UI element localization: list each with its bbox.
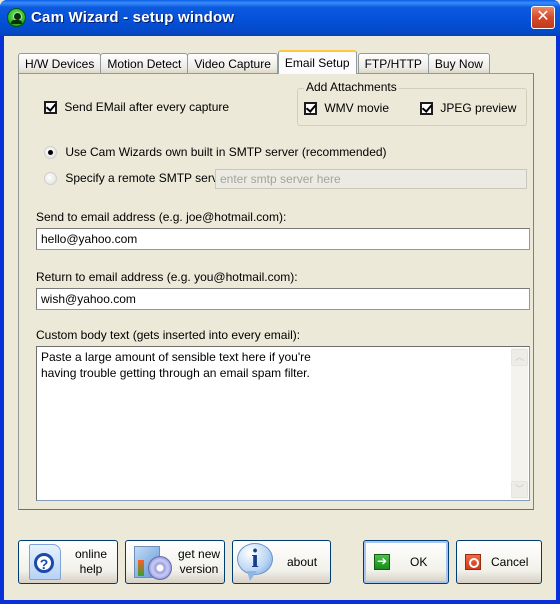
- jpeg-checkbox[interactable]: [420, 102, 433, 116]
- body-text-content: Paste a large amount of sensible text he…: [41, 350, 311, 380]
- smtp-server-input[interactable]: enter smtp server here: [215, 169, 527, 189]
- tab-buy-now[interactable]: Buy Now: [427, 53, 490, 74]
- scroll-down-button[interactable]: ﹀: [511, 481, 528, 498]
- tab-motion-detect[interactable]: Motion Detect: [100, 53, 189, 74]
- send-after-capture-label: Send EMail after every capture: [64, 100, 230, 114]
- jpeg-option[interactable]: JPEG preview: [420, 101, 517, 116]
- get-new-version-label: get new version: [178, 547, 221, 576]
- jpeg-label: JPEG preview: [440, 101, 517, 115]
- info-bubble-tail: [247, 571, 257, 581]
- dialog-client-area: H/W Devices Motion Detect Video Capture …: [4, 36, 556, 600]
- about-label: about: [287, 554, 318, 569]
- wmv-label: WMV movie: [324, 101, 390, 115]
- smtp-builtin-option[interactable]: Use Cam Wizards own built in SMTP server…: [44, 145, 387, 160]
- attachments-group: Add Attachments WMV movie JPEG preview: [297, 80, 527, 126]
- tab-video-capture[interactable]: Video Capture: [187, 53, 278, 74]
- send-to-label: Send to email address (e.g. joe@hotmail.…: [36, 210, 287, 224]
- ok-label: OK: [410, 554, 428, 569]
- software-update-cd-icon: [132, 542, 172, 582]
- body-text-area[interactable]: Paste a large amount of sensible text he…: [36, 346, 530, 501]
- cancel-button[interactable]: Cancel: [456, 540, 542, 584]
- red-stop-icon: [465, 554, 481, 570]
- wmv-checkbox[interactable]: [304, 102, 317, 116]
- tab-hw-devices[interactable]: H/W Devices: [18, 53, 102, 74]
- return-to-email-input[interactable]: wish@yahoo.com: [36, 288, 530, 310]
- smtp-remote-option[interactable]: Specify a remote SMTP server:: [44, 171, 232, 186]
- close-button[interactable]: ✕: [531, 6, 555, 29]
- body-text-scrollbar[interactable]: ︿ ﹀: [511, 348, 528, 499]
- send-after-capture-checkbox[interactable]: [44, 101, 57, 115]
- scroll-up-button[interactable]: ︿: [511, 349, 528, 366]
- window-title: Cam Wizard - setup window: [31, 9, 235, 26]
- send-after-capture-option[interactable]: Send EMail after every capture: [44, 100, 230, 115]
- help-document-icon: [29, 544, 61, 580]
- get-new-version-button[interactable]: get new version: [125, 540, 225, 584]
- return-to-label: Return to email address (e.g. you@hotmai…: [36, 270, 298, 284]
- wmv-option[interactable]: WMV movie: [304, 101, 390, 116]
- email-setup-panel: Send EMail after every capture Add Attac…: [18, 73, 534, 510]
- tab-strip: H/W Devices Motion Detect Video Capture …: [18, 50, 490, 74]
- send-to-email-input[interactable]: hello@yahoo.com: [36, 228, 530, 250]
- body-text-label: Custom body text (gets inserted into eve…: [36, 328, 301, 342]
- smtp-builtin-label: Use Cam Wizards own built in SMTP server…: [65, 145, 387, 159]
- attachments-group-title: Add Attachments: [304, 80, 399, 94]
- smtp-builtin-radio[interactable]: [44, 146, 57, 160]
- setup-window: Cam Wizard - setup window ✕ H/W Devices …: [0, 0, 560, 604]
- smtp-remote-label: Specify a remote SMTP server:: [65, 171, 232, 185]
- title-bar[interactable]: Cam Wizard - setup window ✕: [0, 0, 560, 36]
- online-help-button[interactable]: online help: [18, 540, 118, 584]
- info-bubble-icon: i: [235, 541, 277, 583]
- webcam-app-icon: [7, 8, 26, 27]
- tab-email-setup[interactable]: Email Setup: [277, 50, 357, 74]
- tab-ftp-http[interactable]: FTP/HTTP: [357, 53, 429, 74]
- cancel-label: Cancel: [491, 554, 529, 569]
- software-box-stripe: [138, 560, 144, 576]
- about-button[interactable]: i about: [232, 540, 331, 584]
- cd-disc-shape: [148, 556, 172, 580]
- green-arrow-icon: ➔: [374, 554, 390, 570]
- online-help-label: online help: [75, 547, 108, 576]
- smtp-remote-radio[interactable]: [44, 172, 57, 186]
- ok-button[interactable]: ➔ OK: [363, 540, 449, 584]
